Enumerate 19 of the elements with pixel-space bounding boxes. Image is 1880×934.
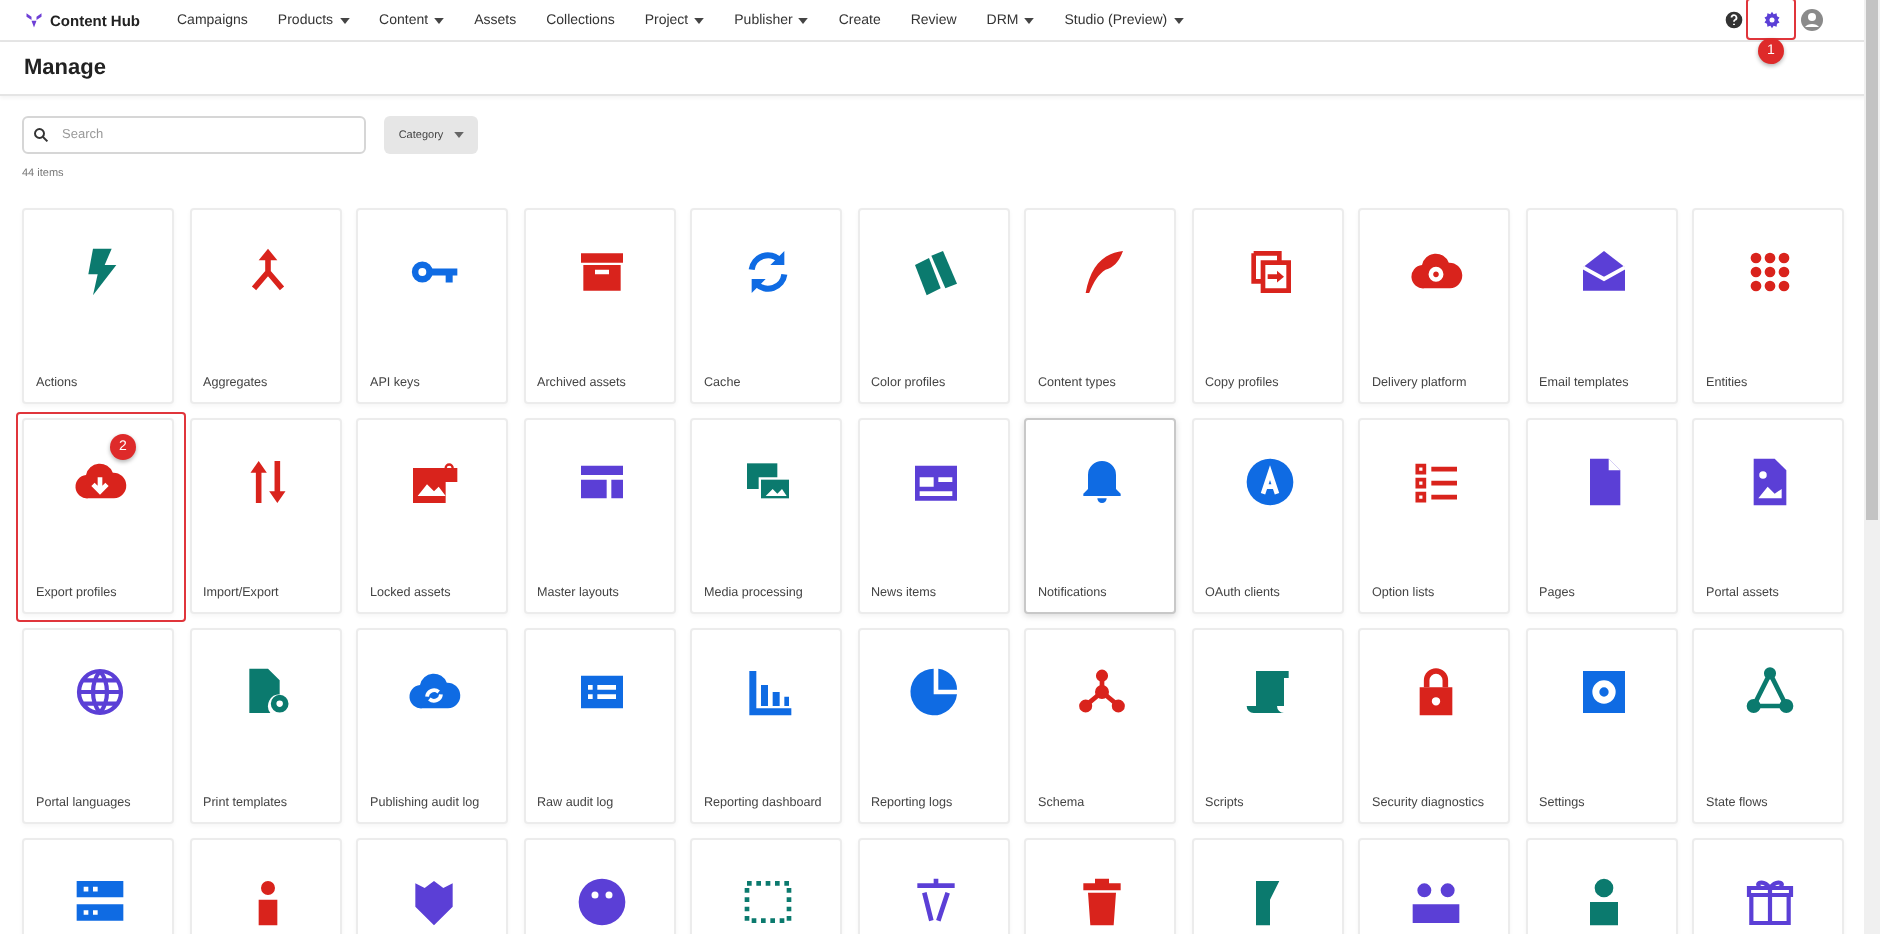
search-icon — [32, 126, 50, 144]
help-icon[interactable] — [1724, 10, 1744, 30]
avatar-icon[interactable] — [1800, 8, 1824, 32]
caret-icon — [694, 17, 705, 23]
caret-icon — [1024, 17, 1035, 23]
caret-icon — [798, 17, 809, 23]
smiley-icon — [573, 874, 629, 930]
page-title: Manage — [24, 56, 106, 80]
pie-chart-icon — [907, 664, 963, 720]
gift-icon — [1742, 874, 1798, 930]
scrollbar-thumb[interactable] — [1866, 0, 1878, 520]
globe-icon — [72, 664, 128, 720]
caret-icon — [339, 17, 350, 23]
caret-icon — [434, 17, 445, 23]
circle-letter-icon — [1241, 454, 1297, 510]
caret-icon — [453, 132, 464, 138]
logo-icon — [24, 10, 44, 30]
settings-icon[interactable] — [1762, 10, 1782, 30]
caret-icon — [1173, 17, 1184, 23]
